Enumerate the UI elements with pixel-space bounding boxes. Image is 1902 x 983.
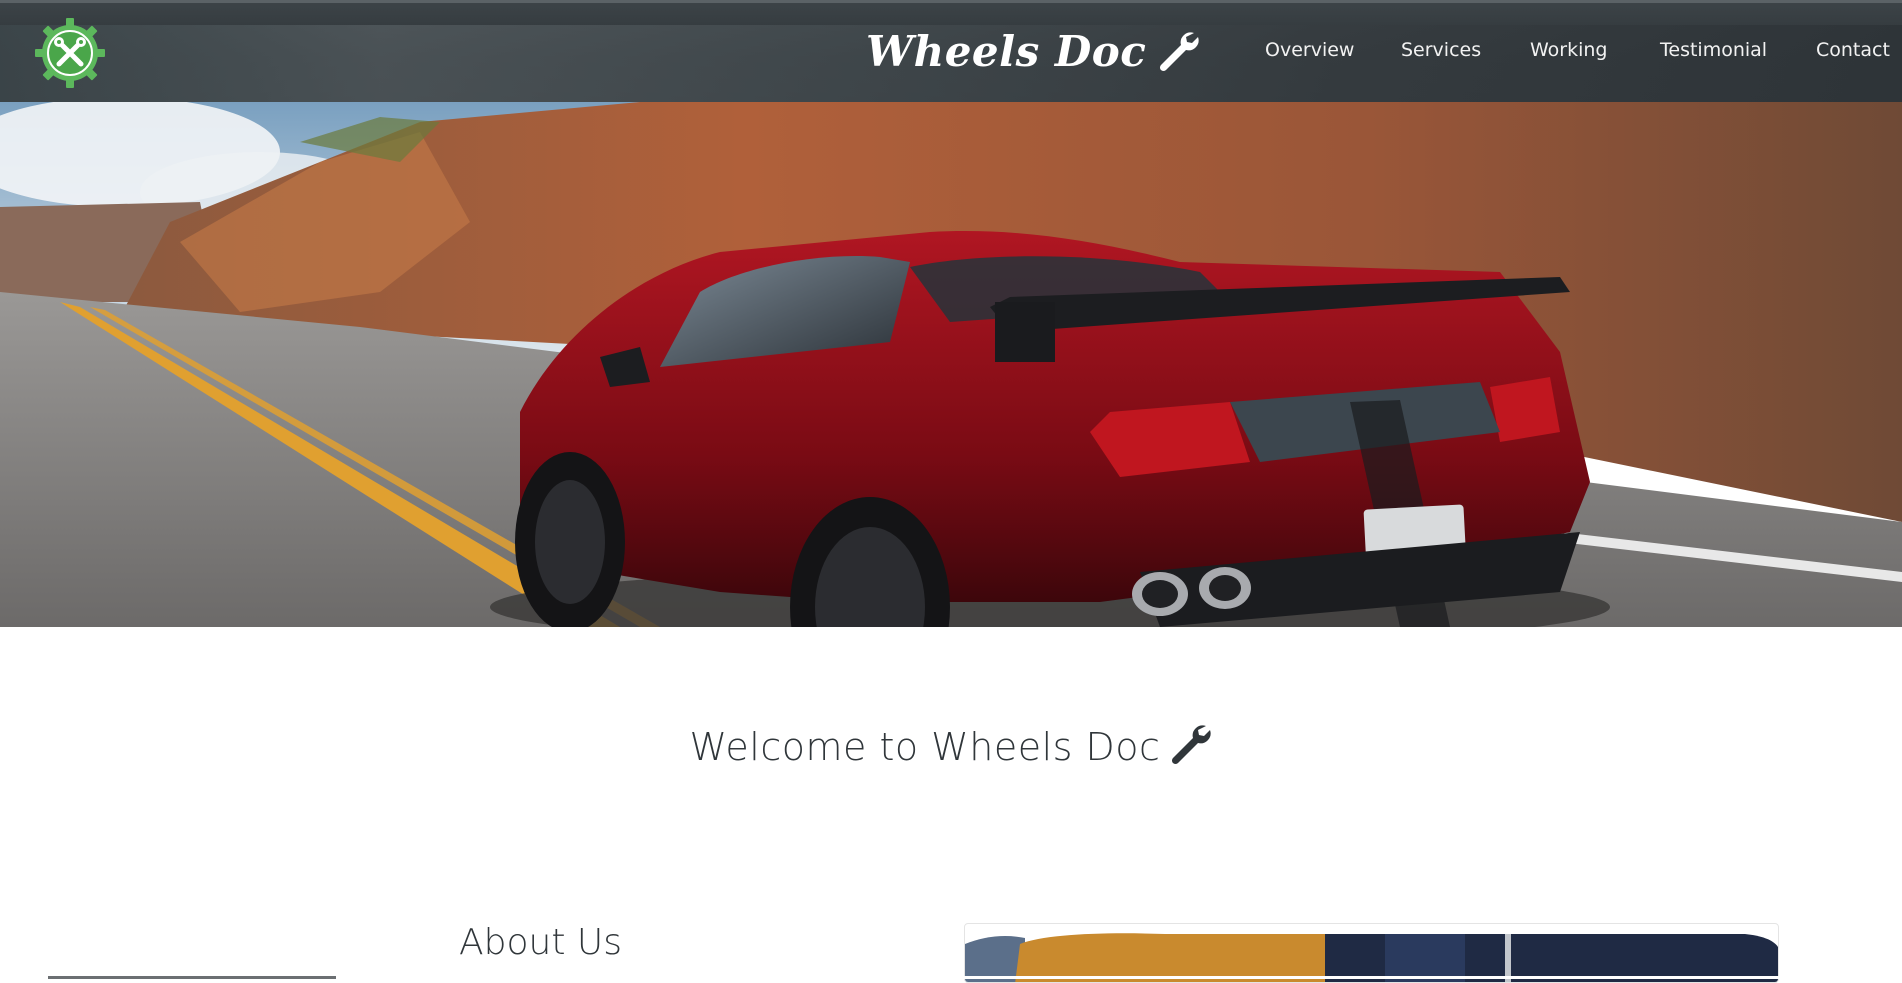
about-image [964, 923, 1779, 983]
hero-car-image [0, 102, 1902, 627]
brand-text: Wheels Doc [866, 26, 1147, 76]
gear-tools-icon[interactable] [35, 18, 105, 88]
wrench-icon [1172, 725, 1212, 765]
nav-working[interactable]: Working [1530, 39, 1608, 69]
nav-contact[interactable]: Contact [1816, 39, 1890, 69]
welcome-heading: Welcome to Wheels Doc [0, 722, 1902, 769]
top-navbar: Wheels Doc Overview Services Working Tes… [0, 0, 1902, 102]
nav-overview[interactable]: Overview [1265, 39, 1354, 69]
nav-testimonial[interactable]: Testimonial [1660, 39, 1767, 69]
welcome-text: Welcome to Wheels Doc [689, 725, 1161, 769]
about-heading: About Us [459, 922, 622, 963]
hero-banner [0, 102, 1902, 627]
nav-services[interactable]: Services [1401, 39, 1481, 69]
mechanic-photo [965, 933, 1778, 982]
brand-title[interactable]: Wheels Doc [866, 21, 1200, 81]
wrench-icon [1160, 32, 1199, 72]
